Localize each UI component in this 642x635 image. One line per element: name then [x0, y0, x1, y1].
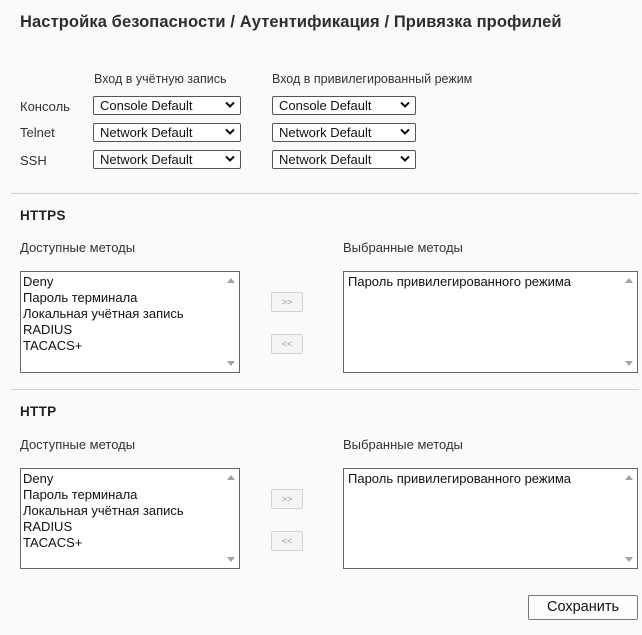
select-value: Network Default: [279, 125, 372, 140]
row-label-ssh: SSH: [20, 153, 47, 168]
chevron-down-icon: [225, 101, 235, 108]
chevron-down-icon: [225, 155, 235, 162]
scroll-up-arrow-icon[interactable]: [227, 475, 235, 480]
select-value: Console Default: [279, 98, 372, 113]
scroll-up-arrow-icon[interactable]: [227, 278, 235, 283]
list-item[interactable]: Deny: [23, 471, 221, 487]
list-item[interactable]: Локальная учётная запись: [23, 503, 221, 519]
http-available-list[interactable]: Deny Пароль терминала Локальная учётная …: [20, 468, 240, 569]
console-privileged-select[interactable]: Console Default: [272, 96, 416, 115]
list-item[interactable]: RADIUS: [23, 322, 221, 338]
https-section-title: HTTPS: [20, 208, 66, 223]
https-add-method-button[interactable]: >>: [271, 292, 303, 312]
telnet-privileged-select[interactable]: Network Default: [272, 123, 416, 142]
list-item[interactable]: TACACS+: [23, 535, 221, 551]
list-item[interactable]: Пароль терминала: [23, 487, 221, 503]
ssh-login-select[interactable]: Network Default: [93, 150, 241, 169]
https-available-label: Доступные методы: [20, 240, 136, 255]
list-item[interactable]: Пароль терминала: [23, 290, 221, 306]
scroll-up-arrow-icon[interactable]: [625, 475, 633, 480]
http-section-title: HTTP: [20, 404, 57, 419]
console-login-select[interactable]: Console Default: [93, 96, 241, 115]
ssh-privileged-select[interactable]: Network Default: [272, 150, 416, 169]
section-divider: [11, 193, 639, 194]
telnet-login-select[interactable]: Network Default: [93, 123, 241, 142]
scroll-down-arrow-icon[interactable]: [625, 557, 633, 562]
scrollbar[interactable]: [621, 273, 636, 371]
chevron-down-icon: [400, 155, 410, 162]
list-item[interactable]: Deny: [23, 274, 221, 290]
https-selected-list[interactable]: Пароль привилегированного режима: [343, 271, 638, 373]
save-button[interactable]: Сохранить: [528, 595, 638, 620]
select-value: Network Default: [100, 152, 193, 167]
list-item[interactable]: Локальная учётная запись: [23, 306, 221, 322]
scroll-down-arrow-icon[interactable]: [227, 557, 235, 562]
https-available-list[interactable]: Deny Пароль терминала Локальная учётная …: [20, 271, 240, 373]
list-item[interactable]: Пароль привилегированного режима: [348, 471, 619, 487]
scroll-up-arrow-icon[interactable]: [625, 278, 633, 283]
section-divider: [11, 389, 639, 390]
http-selected-list[interactable]: Пароль привилегированного режима: [343, 468, 638, 569]
chevron-down-icon: [400, 101, 410, 108]
list-item[interactable]: Пароль привилегированного режима: [348, 274, 619, 290]
scrollbar[interactable]: [621, 470, 636, 567]
select-value: Network Default: [100, 125, 193, 140]
scroll-down-arrow-icon[interactable]: [227, 361, 235, 366]
scroll-down-arrow-icon[interactable]: [625, 361, 633, 366]
https-selected-label: Выбранные методы: [343, 240, 463, 255]
page-title: Настройка безопасности / Аутентификация …: [20, 13, 562, 31]
row-label-console: Консоль: [20, 99, 70, 114]
list-item[interactable]: RADIUS: [23, 519, 221, 535]
column-header-privileged: Вход в привилегированный режим: [272, 72, 473, 86]
scrollbar[interactable]: [223, 470, 238, 567]
http-available-label: Доступные методы: [20, 437, 136, 452]
http-remove-method-button[interactable]: <<: [271, 531, 303, 551]
row-label-telnet: Telnet: [20, 125, 55, 140]
list-item[interactable]: TACACS+: [23, 338, 221, 354]
scrollbar[interactable]: [223, 273, 238, 371]
chevron-down-icon: [400, 128, 410, 135]
http-selected-label: Выбранные методы: [343, 437, 463, 452]
chevron-down-icon: [225, 128, 235, 135]
select-value: Network Default: [279, 152, 372, 167]
http-add-method-button[interactable]: >>: [271, 489, 303, 509]
https-remove-method-button[interactable]: <<: [271, 334, 303, 354]
select-value: Console Default: [100, 98, 193, 113]
column-header-login: Вход в учётную запись: [94, 72, 227, 86]
